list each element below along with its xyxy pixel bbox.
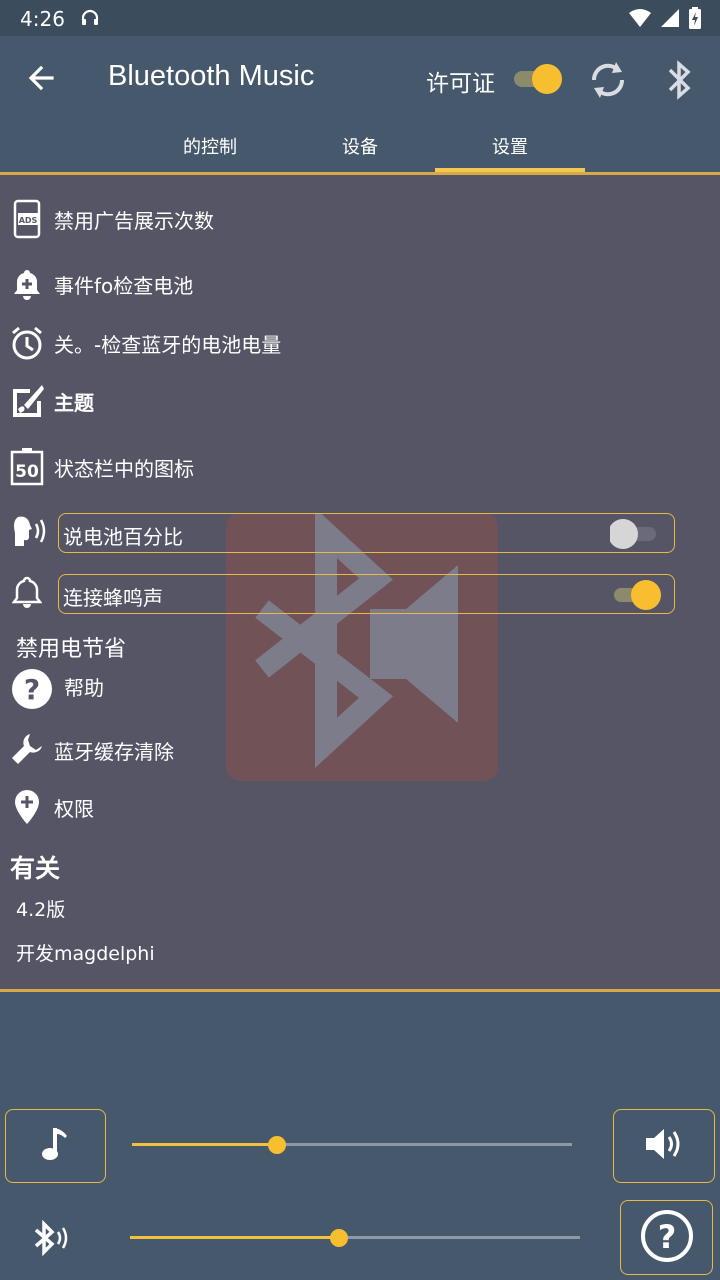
setting-statusbar-icon[interactable]: 50 状态栏中的图标 [10, 447, 194, 487]
about-heading: 有关 [10, 854, 61, 883]
setting-label: 蓝牙缓存清除 [54, 739, 174, 764]
bluetooth-icon[interactable] [660, 56, 700, 104]
svg-text:?: ? [24, 673, 40, 706]
slider-thumb[interactable] [330, 1229, 349, 1247]
setting-alarm-battery[interactable]: 关。-检查蓝牙的电池电量 [10, 323, 281, 363]
location-plus-icon [10, 787, 44, 827]
bluetooth-volume-slider[interactable] [130, 1228, 580, 1248]
license-label: 许可证 [426, 71, 495, 97]
app-bar: Bluetooth Music 许可证 的控制 设备 设置 [0, 36, 720, 172]
developer-text[interactable]: 开发magdelphi [16, 939, 155, 966]
setting-event-battery[interactable]: 事件fo检查电池 [10, 264, 193, 304]
speak-battery-toggle[interactable] [608, 518, 666, 550]
settings-panel: ADS 禁用广告展示次数 事件fo检查电池 关。-检查蓝牙的电池电量 主题 50… [0, 172, 720, 992]
speaking-head-icon [12, 513, 50, 553]
svg-text:ADS: ADS [19, 216, 38, 225]
tab-devices[interactable]: 设备 [285, 132, 435, 172]
alarm-clock-icon [10, 323, 44, 363]
app-title: Bluetooth Music [108, 60, 315, 92]
headphones-icon [80, 8, 100, 32]
bluetooth-music-watermark [226, 513, 498, 781]
battery-icon [688, 7, 702, 33]
power-save-heading[interactable]: 禁用电节省 [16, 631, 126, 663]
license-toggle[interactable] [512, 62, 564, 96]
speaker-button[interactable] [613, 1109, 715, 1183]
ads-phone-icon: ADS [10, 199, 44, 239]
setting-connect-beep[interactable]: 连接蜂鸣声 [58, 574, 675, 614]
status-time: 4:26 [20, 7, 65, 31]
help-icon: ? [639, 1208, 695, 1268]
setting-label: 事件fo检查电池 [54, 273, 194, 298]
help-circle-icon: ? [10, 667, 54, 711]
setting-label: 主题 [54, 390, 94, 415]
notification-add-icon [10, 264, 44, 304]
setting-label: 权限 [54, 796, 94, 821]
setting-label: 帮助 [64, 675, 104, 700]
music-volume-slider[interactable] [132, 1135, 572, 1155]
slider-fill [132, 1143, 278, 1146]
setting-label: 关。-检查蓝牙的电池电量 [54, 332, 282, 357]
bluetooth-audio-icon [30, 1218, 74, 1262]
setting-permissions[interactable]: 权限 [10, 787, 94, 827]
version-text: 4.2版 [16, 899, 66, 921]
tab-controls[interactable]: 的控制 [135, 132, 285, 172]
setting-disable-ads[interactable]: ADS 禁用广告展示次数 [10, 199, 214, 239]
tab-settings[interactable]: 设置 [435, 132, 585, 172]
setting-theme[interactable]: 主题 [10, 381, 94, 421]
svg-text:?: ? [657, 1218, 676, 1256]
brush-icon [10, 381, 44, 421]
battery-50-icon: 50 [10, 447, 44, 487]
connect-beep-toggle[interactable] [610, 579, 666, 611]
tab-bar: 的控制 设备 设置 [0, 132, 720, 172]
back-arrow-icon[interactable] [24, 60, 60, 96]
setting-speak-battery[interactable]: 说电池百分比 [58, 513, 675, 553]
music-note-icon [41, 1124, 71, 1168]
setting-label: 状态栏中的图标 [54, 456, 194, 481]
setting-clear-cache[interactable]: 蓝牙缓存清除 [10, 730, 174, 770]
svg-text:50: 50 [15, 462, 39, 482]
setting-label: 禁用广告展示次数 [54, 208, 214, 233]
slider-thumb[interactable] [268, 1136, 287, 1154]
sync-icon[interactable] [586, 56, 630, 104]
setting-label: 连接蜂鸣声 [63, 586, 163, 610]
help-button[interactable]: ? [620, 1200, 713, 1275]
setting-label: 说电池百分比 [63, 525, 183, 549]
slider-fill [130, 1236, 340, 1239]
music-button[interactable] [5, 1109, 106, 1183]
status-bar: 4:26 [0, 0, 720, 36]
signal-icon [660, 8, 680, 32]
wrench-icon [10, 730, 44, 770]
setting-help[interactable]: ? 帮助 [10, 667, 104, 711]
bell-icon [11, 575, 43, 613]
speaker-volume-icon [644, 1126, 684, 1166]
wifi-icon [628, 8, 652, 32]
